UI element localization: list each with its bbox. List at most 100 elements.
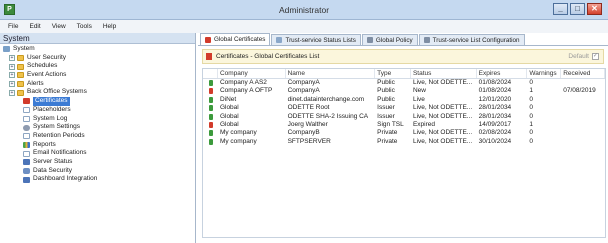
table-cell: Joerg Walther bbox=[287, 120, 328, 128]
table-row[interactable]: Global ODETTE Root Issuer Live, Not ODETTE.… bbox=[203, 104, 605, 112]
sidebar-item-server-status[interactable]: Server Status bbox=[0, 158, 195, 167]
expand-icon[interactable]: + bbox=[9, 55, 15, 62]
table-row[interactable]: Company A AS2 CompanyA Public Live, Not ODE… bbox=[203, 79, 605, 87]
column-header[interactable]: Status bbox=[411, 69, 477, 78]
table-cell: 0 bbox=[529, 112, 534, 120]
table-cell: My company bbox=[219, 137, 257, 145]
menu-view[interactable]: View bbox=[52, 23, 66, 30]
sidebar-item-event-actions[interactable]: + Event Actions bbox=[0, 71, 195, 80]
expand-icon[interactable]: + bbox=[9, 81, 15, 88]
menu-file[interactable]: File bbox=[8, 23, 18, 30]
default-checkbox[interactable]: ✓ bbox=[592, 53, 599, 60]
list-icon bbox=[276, 37, 283, 43]
table-row[interactable]: Global ODETTE SHA-2 Issuing CA Issuer Live,… bbox=[203, 113, 605, 121]
system-icon bbox=[3, 46, 10, 53]
expand-icon[interactable]: + bbox=[9, 72, 15, 79]
folder-icon bbox=[17, 63, 24, 70]
menu-tools[interactable]: Tools bbox=[77, 23, 92, 30]
sidebar-item-retention-periods[interactable]: Retention Periods bbox=[0, 132, 195, 141]
table-cell: Live bbox=[412, 95, 425, 103]
sidebar-item-label: Reports bbox=[33, 140, 56, 148]
table-cell: 07/08/2019 bbox=[563, 87, 596, 95]
tab-global-policy[interactable]: Global Policy bbox=[361, 34, 418, 45]
panel-header: Certificates - Global Certificates List … bbox=[202, 49, 604, 64]
sidebar-item-placeholders[interactable]: Placeholders bbox=[0, 106, 195, 115]
column-header[interactable]: Name bbox=[286, 69, 376, 78]
sidebar-item-system-log[interactable]: System Log bbox=[0, 115, 195, 124]
sidebar-item-system[interactable]: System bbox=[0, 45, 195, 54]
table-cell: 02/08/2024 bbox=[478, 129, 512, 137]
table-row[interactable]: Global Joerg Walther Sign TSL Expired 14/09/… bbox=[203, 121, 605, 129]
window-controls: _ □ ✕ bbox=[553, 3, 602, 15]
tab-trust-service-list-configuration[interactable]: Trust-service List Configuration bbox=[418, 34, 525, 45]
tab-trust-service-status-lists[interactable]: Trust-service Status Lists bbox=[271, 34, 361, 45]
table-cell: 12/01/2020 bbox=[478, 95, 512, 103]
certificate-icon bbox=[209, 121, 213, 128]
column-header[interactable]: Received bbox=[561, 69, 606, 78]
sidebar-item-email-notifications[interactable]: Email Notifications bbox=[0, 149, 195, 158]
table-cell: 01/08/2024 bbox=[478, 87, 512, 95]
sidebar-item-label: Schedules bbox=[27, 62, 58, 70]
sidebar-item-label: Certificates bbox=[33, 97, 70, 106]
column-header[interactable]: Type bbox=[375, 69, 411, 78]
sidebar-item-certificates[interactable]: Certificates bbox=[0, 97, 195, 106]
tab-global-certificates[interactable]: Global Certificates bbox=[200, 33, 271, 45]
default-label: Default bbox=[568, 53, 589, 60]
sidebar-item-user-security[interactable]: + User Security bbox=[0, 54, 195, 63]
sidebar-item-label: Event Actions bbox=[27, 71, 67, 79]
table-cell: dinet.datainterchange.com bbox=[287, 95, 365, 103]
sidebar-item-reports[interactable]: Reports bbox=[0, 141, 195, 150]
certificate-icon bbox=[209, 113, 213, 120]
certificate-icon bbox=[209, 138, 213, 145]
minimize-icon[interactable]: _ bbox=[553, 3, 568, 15]
certificate-icon bbox=[209, 80, 213, 86]
sidebar-item-label: Retention Periods bbox=[33, 131, 85, 139]
certificate-status-cell bbox=[203, 87, 218, 95]
table-cell bbox=[561, 104, 605, 112]
security-icon bbox=[23, 167, 30, 174]
close-icon[interactable]: ✕ bbox=[587, 3, 602, 15]
table-cell: 14/09/2017 bbox=[478, 120, 512, 128]
folder-icon bbox=[17, 72, 24, 79]
table-cell: CompanyA bbox=[287, 79, 320, 86]
sidebar-item-label: Placeholders bbox=[33, 105, 71, 113]
table-cell: CompanyA bbox=[287, 87, 320, 95]
table-cell: 28/01/2034 bbox=[478, 112, 512, 120]
table-row[interactable]: My company CompanyB Private Live, Not ODETT… bbox=[203, 129, 605, 137]
table-header: Company Name Type Status Expires Warnings Rece… bbox=[203, 69, 606, 79]
column-header[interactable]: Company bbox=[218, 69, 286, 78]
sidebar-item-schedules[interactable]: + Schedules bbox=[0, 62, 195, 71]
table-cell: DiNet bbox=[219, 95, 237, 103]
table-cell bbox=[561, 79, 605, 87]
menu-edit[interactable]: Edit bbox=[29, 23, 40, 30]
certificate-icon bbox=[209, 105, 213, 112]
certificate-icon bbox=[206, 53, 212, 60]
table-row[interactable]: Company A OFTP CompanyA Public New 01/08/202… bbox=[203, 87, 605, 95]
column-header[interactable]: Warnings bbox=[527, 69, 562, 78]
window-title: Administrator bbox=[278, 5, 330, 15]
sidebar-item-data-security[interactable]: Data Security bbox=[0, 167, 195, 176]
expand-icon[interactable]: + bbox=[9, 63, 15, 70]
placeholder-icon bbox=[23, 107, 30, 114]
sidebar-item-alerts[interactable]: + Alerts bbox=[0, 80, 195, 89]
column-header[interactable] bbox=[203, 69, 218, 78]
table-cell: Company A OFTP bbox=[219, 87, 273, 95]
table-cell: Expired bbox=[412, 120, 436, 128]
column-header[interactable]: Expires bbox=[477, 69, 528, 78]
table-cell bbox=[561, 96, 605, 104]
certificate-status-cell bbox=[203, 129, 218, 137]
certificate-icon bbox=[209, 96, 213, 103]
tab-label: Global Certificates bbox=[214, 36, 266, 43]
table-row[interactable]: My company SFTPSERVER Private Live, Not ODE… bbox=[203, 138, 605, 146]
sidebar-item-system-settings[interactable]: System Settings bbox=[0, 123, 195, 132]
table-cell: Public bbox=[377, 79, 395, 86]
maximize-icon[interactable]: □ bbox=[570, 3, 585, 15]
panel-title: Certificates - Global Certificates List bbox=[216, 53, 320, 60]
menu-help[interactable]: Help bbox=[103, 23, 116, 30]
sidebar-item-back-office-systems[interactable]: + Back Office Systems bbox=[0, 88, 195, 97]
folder-icon bbox=[17, 55, 24, 62]
expand-icon[interactable]: + bbox=[9, 89, 15, 96]
sidebar-item-dashboard-integration[interactable]: Dashboard Integration bbox=[0, 175, 195, 184]
table-row[interactable]: DiNet dinet.datainterchange.com Public Live… bbox=[203, 96, 605, 104]
sidebar-item-label: Back Office Systems bbox=[27, 88, 87, 96]
